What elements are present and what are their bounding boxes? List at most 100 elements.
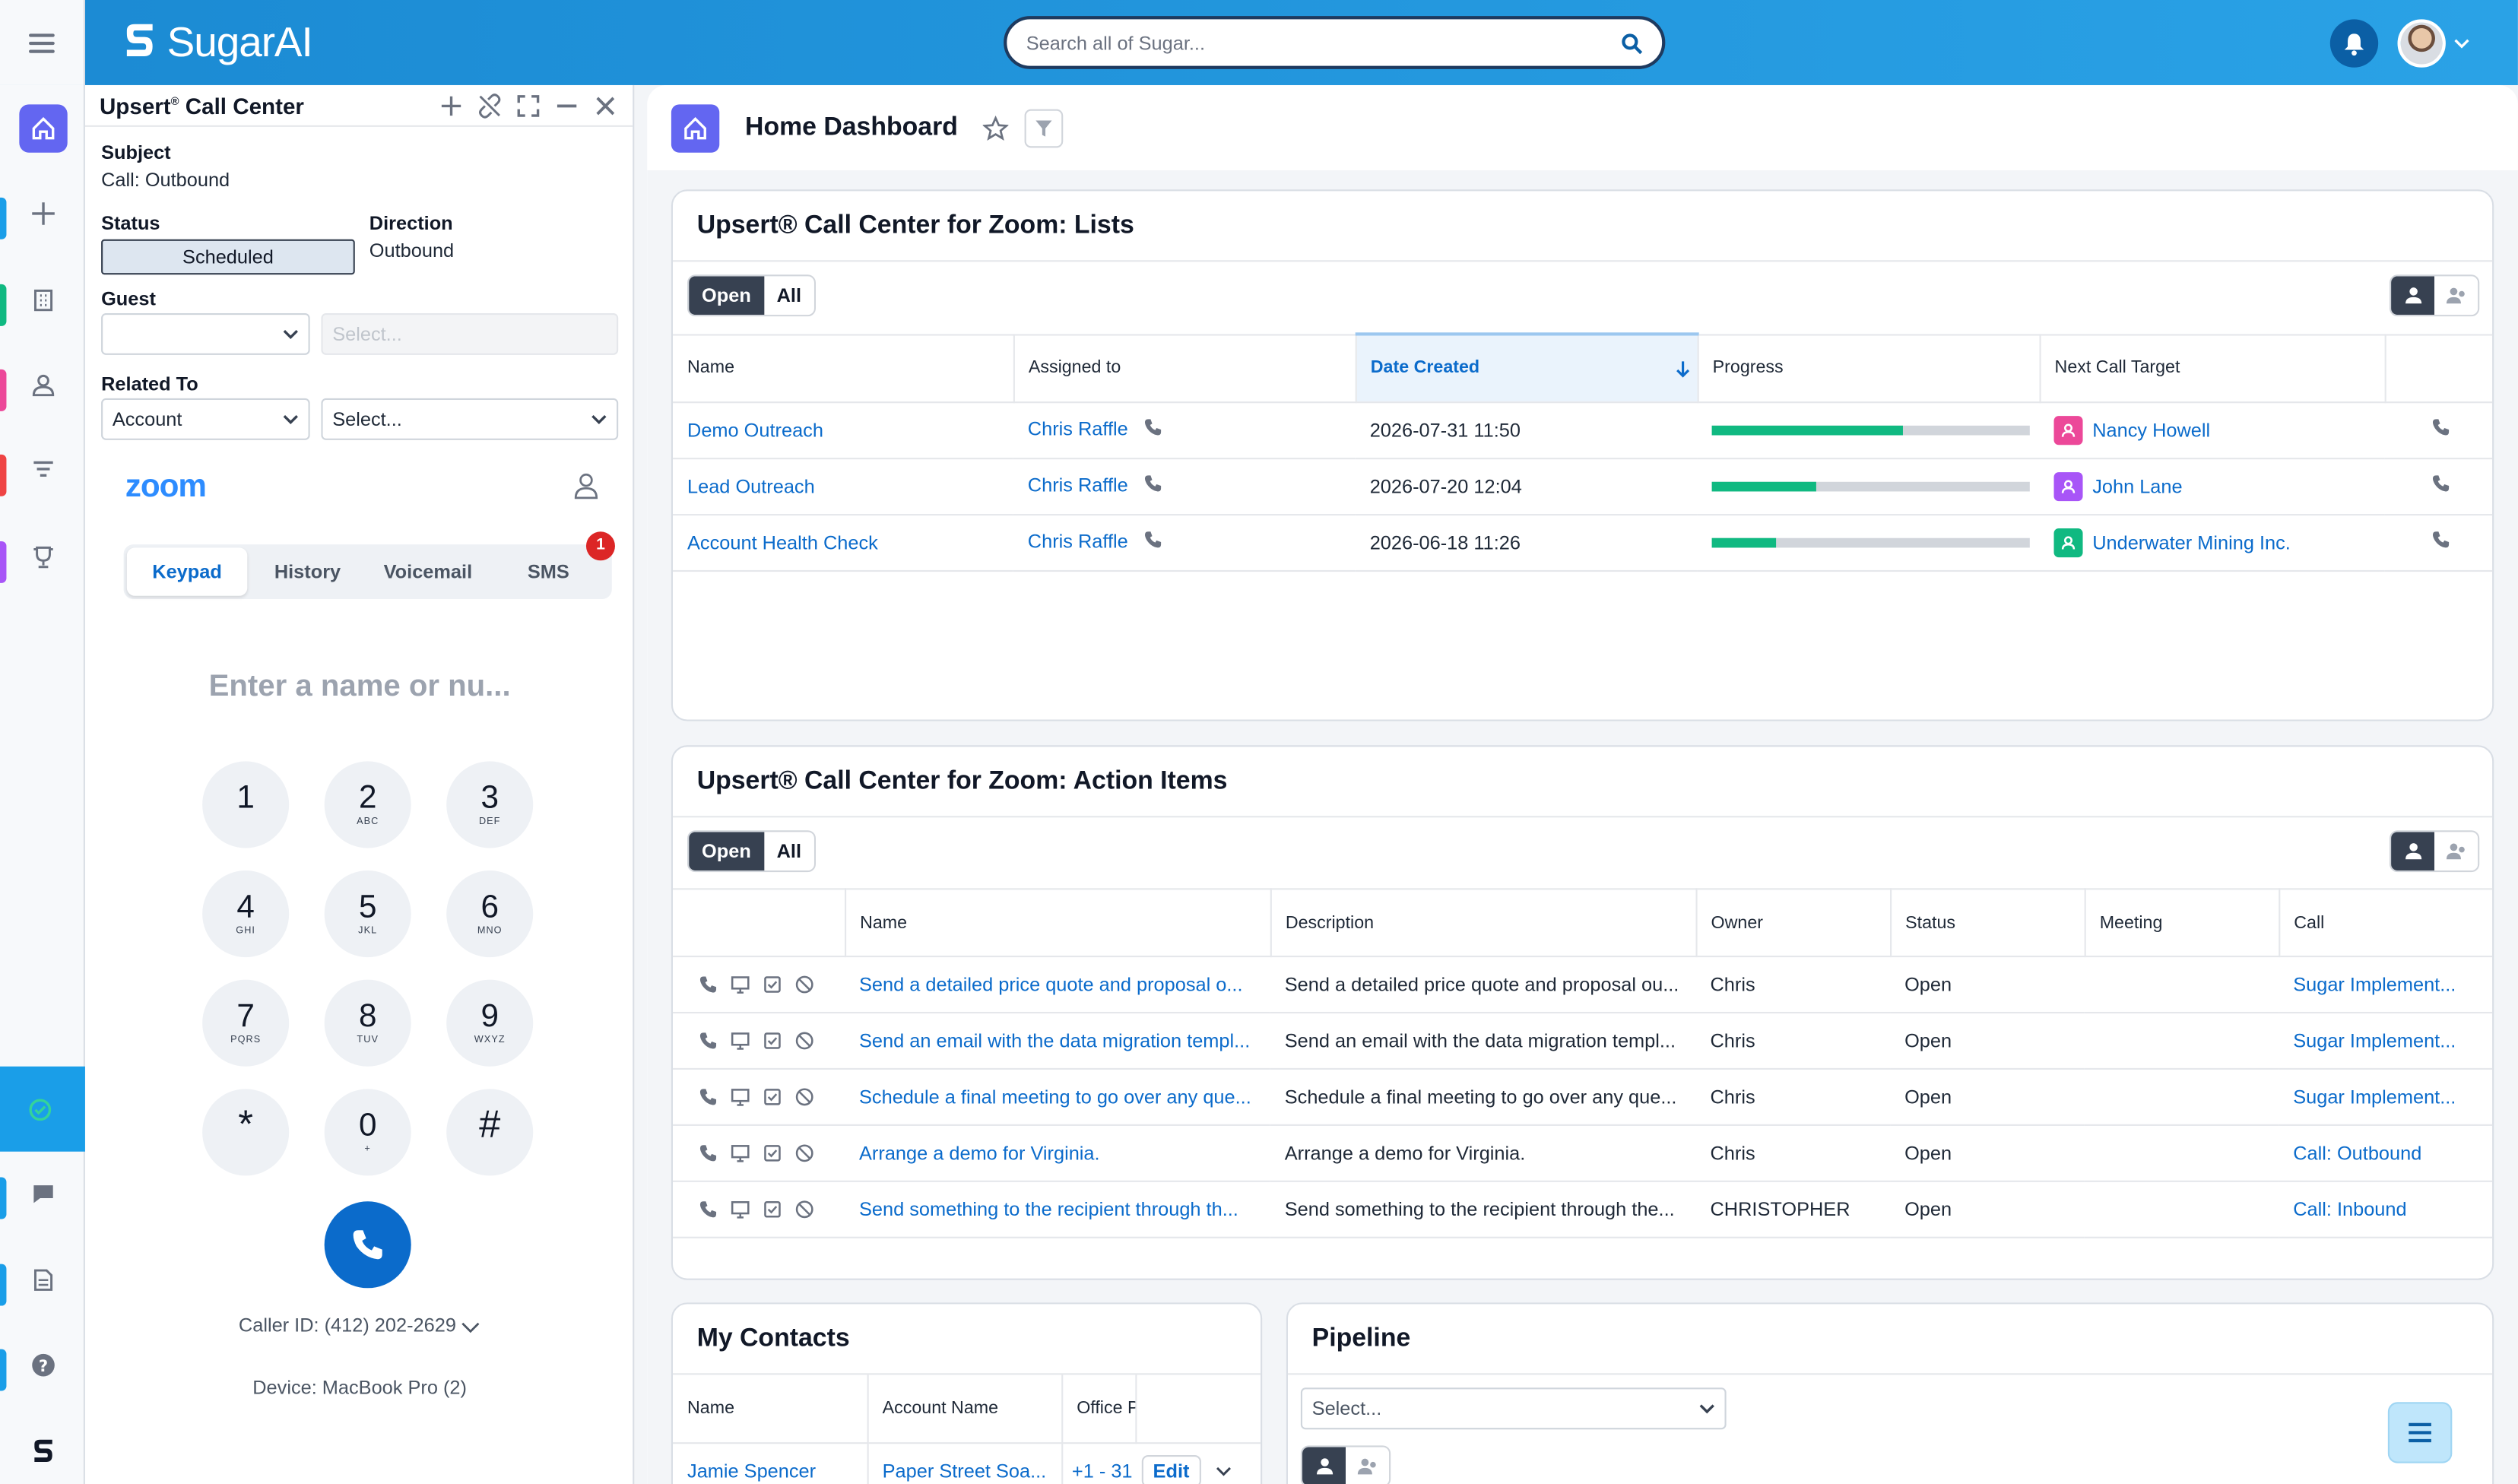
next-call-target-link[interactable]: Nancy Howell [2092, 418, 2210, 441]
phone-icon[interactable] [1143, 418, 1162, 442]
task-icon[interactable] [763, 1031, 782, 1050]
account-name-link[interactable]: Paper Street Soa... [883, 1459, 1047, 1482]
dial-input[interactable]: Enter a name or nu... [85, 670, 634, 705]
block-icon[interactable] [795, 1031, 814, 1050]
phone-icon[interactable] [699, 1087, 718, 1106]
tab-history[interactable]: History [247, 547, 367, 595]
phone-icon[interactable] [2431, 531, 2450, 554]
table-row[interactable]: Lead Outreach Chris Raffle 2026-07-20 12:… [673, 458, 2493, 515]
action-name-link[interactable]: Schedule a final meeting to go over any … [859, 1086, 1251, 1108]
table-row[interactable]: Schedule a final meeting to go over any … [673, 1068, 2493, 1126]
my-items-button[interactable] [1302, 1447, 1346, 1484]
action-call-link[interactable]: Sugar Implement... [2293, 1029, 2456, 1052]
keypad-key-5[interactable]: 5 JKL [324, 870, 411, 958]
phone-icon[interactable] [1143, 474, 1162, 499]
assigned-user-link[interactable]: Chris Raffle [1028, 530, 1128, 553]
col-name[interactable]: Name [673, 1375, 868, 1444]
phone-icon[interactable] [2431, 475, 2450, 498]
table-row[interactable]: Account Health Check Chris Raffle 2026-06… [673, 514, 2493, 572]
assigned-user-link[interactable]: Chris Raffle [1028, 474, 1128, 496]
caller-id-selector[interactable]: Caller ID: (412) 202-2629 [85, 1314, 634, 1337]
related-module-select[interactable]: Account [101, 398, 310, 440]
tab-voicemail[interactable]: Voicemail [368, 547, 488, 595]
task-icon[interactable] [763, 1200, 782, 1219]
keypad-key-0[interactable]: 0 + [324, 1089, 411, 1176]
task-icon[interactable] [763, 1087, 782, 1106]
keypad-key-3[interactable]: 3 DEF [446, 761, 534, 848]
notifications-button[interactable] [2329, 19, 2379, 68]
team-items-button[interactable] [2434, 276, 2478, 316]
monitor-icon[interactable] [731, 1087, 750, 1106]
table-row[interactable]: Send a detailed price quote and proposal… [673, 956, 2493, 1014]
action-call-link[interactable]: Call: Outbound [2293, 1142, 2421, 1165]
col-name[interactable]: Name [673, 333, 1014, 403]
menu-toggle[interactable] [0, 0, 85, 85]
task-icon[interactable] [763, 975, 782, 994]
chevron-down-icon[interactable] [2453, 35, 2469, 51]
edit-button[interactable]: Edit [1141, 1454, 1201, 1484]
col-next-call-target[interactable]: Next Call Target [2039, 333, 2386, 403]
keypad-key-hash[interactable]: # [446, 1089, 534, 1176]
keypad-key-4[interactable]: 4 GHI [202, 870, 290, 958]
expand-icon[interactable] [515, 92, 541, 118]
filter-open[interactable]: Open [689, 276, 764, 316]
tab-sms[interactable]: SMS 1 [488, 531, 615, 595]
filter-all[interactable]: All [763, 276, 814, 316]
table-row[interactable]: Send an email with the data migration te… [673, 1012, 2493, 1070]
unlink-icon[interactable] [477, 92, 503, 118]
list-name-link[interactable]: Lead Outreach [687, 474, 815, 497]
assigned-user-link[interactable]: Chris Raffle [1028, 417, 1128, 440]
nav-messages[interactable] [0, 1161, 85, 1226]
keypad-key-9[interactable]: 9 WXYZ [446, 979, 534, 1067]
list-name-link[interactable]: Account Health Check [687, 531, 878, 553]
user-avatar[interactable] [2397, 19, 2446, 68]
status-badge[interactable]: Scheduled [101, 239, 355, 275]
search-input[interactable]: Search all of Sugar... [1026, 31, 1621, 54]
pipeline-select[interactable]: Select... [1300, 1387, 1727, 1430]
keypad-key-star[interactable]: * [202, 1089, 290, 1176]
add-icon[interactable] [439, 92, 465, 118]
col-name[interactable]: Name [845, 888, 1271, 958]
block-icon[interactable] [795, 1200, 814, 1219]
phone-icon[interactable] [699, 1143, 718, 1162]
list-name-link[interactable]: Demo Outreach [687, 418, 823, 441]
block-icon[interactable] [795, 1087, 814, 1106]
col-account-name[interactable]: Account Name [867, 1375, 1063, 1444]
col-description[interactable]: Description [1270, 888, 1697, 958]
close-icon[interactable] [592, 92, 618, 118]
filter-button[interactable] [1025, 108, 1064, 147]
team-items-button[interactable] [1346, 1447, 1390, 1484]
keypad-key-1[interactable]: 1 [202, 761, 290, 848]
action-call-link[interactable]: Sugar Implement... [2293, 973, 2456, 996]
nav-leads[interactable] [0, 439, 85, 503]
keypad-key-8[interactable]: 8 TUV [324, 979, 411, 1067]
filter-open[interactable]: Open [689, 832, 764, 871]
action-name-link[interactable]: Send a detailed price quote and proposal… [859, 973, 1242, 996]
action-call-link[interactable]: Call: Inbound [2293, 1198, 2406, 1221]
team-items-button[interactable] [2434, 832, 2478, 871]
related-record-select[interactable]: Select... [321, 398, 619, 440]
keypad-key-6[interactable]: 6 MNO [446, 870, 534, 958]
minimize-icon[interactable] [554, 92, 580, 118]
star-icon[interactable] [983, 115, 1010, 141]
help-menu-button[interactable] [2387, 1402, 2453, 1463]
col-office-phone[interactable]: Office P [1061, 1375, 1137, 1444]
action-call-link[interactable]: Sugar Implement... [2293, 1086, 2456, 1108]
col-status[interactable]: Status [1890, 888, 2085, 958]
monitor-icon[interactable] [731, 1031, 750, 1050]
col-meeting[interactable]: Meeting [2084, 888, 2280, 958]
monitor-icon[interactable] [731, 1143, 750, 1162]
nav-home[interactable] [0, 97, 85, 161]
phone-icon[interactable] [699, 975, 718, 994]
col-call[interactable]: Call [2279, 888, 2493, 958]
phone-icon[interactable] [699, 1031, 718, 1050]
office-phone-link[interactable]: +1 - 31 [1072, 1459, 1133, 1482]
nav-accounts[interactable] [0, 268, 85, 333]
contact-name-link[interactable]: Jamie Spencer [687, 1459, 816, 1482]
action-name-link[interactable]: Send something to the recipient through … [859, 1198, 1238, 1221]
nav-documents[interactable] [0, 1248, 85, 1312]
col-date-created[interactable]: Date Created [1355, 332, 1698, 403]
filter-all[interactable]: All [763, 832, 814, 871]
table-row[interactable]: Arrange a demo for Virginia. Arrange a de… [673, 1124, 2493, 1182]
col-owner[interactable]: Owner [1695, 888, 1892, 958]
